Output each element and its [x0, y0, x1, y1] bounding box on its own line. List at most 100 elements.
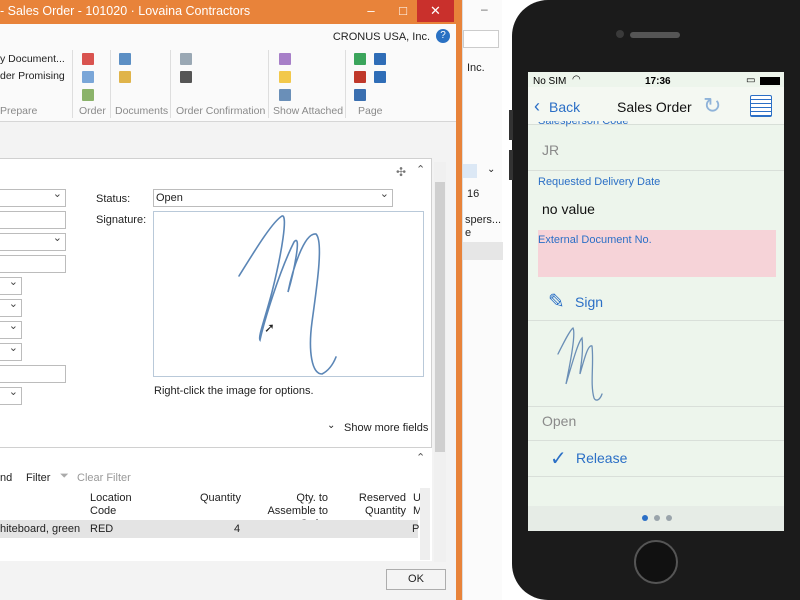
left-dropdown-1[interactable]	[0, 187, 66, 207]
back-button[interactable]: Back	[549, 99, 580, 115]
lines-scrollbar[interactable]	[420, 488, 430, 560]
find-button[interactable]: nd	[0, 472, 12, 484]
left-dropdown-8[interactable]	[0, 341, 22, 361]
next-arrow-icon[interactable]	[354, 89, 366, 101]
cell-description: hiteboard, green	[0, 523, 81, 535]
group-prepare: Prepare	[0, 105, 38, 117]
status-value: Open	[542, 413, 577, 429]
col-location-code[interactable]: Location Code	[90, 492, 150, 518]
copy-document-button[interactable]: y Document...	[0, 53, 65, 65]
help-icon[interactable]: ?	[436, 29, 450, 43]
status-select[interactable]: Open	[153, 187, 393, 207]
release-button[interactable]: Release	[576, 450, 627, 466]
company-name: CRONUS USA, Inc.	[332, 31, 430, 43]
back-chevron-icon[interactable]: ‹	[534, 96, 540, 117]
signature-drawing	[238, 215, 337, 375]
close-button[interactable]: ✕	[417, 0, 454, 22]
signature-hint: Right-click the image for options.	[154, 385, 314, 397]
page-dot-active[interactable]	[642, 515, 648, 521]
folder-icon[interactable]	[119, 71, 131, 83]
group-order-confirmation: Order Confirmation	[176, 105, 266, 117]
show-more-fields-link[interactable]: Show more fields	[344, 422, 428, 434]
speaker-grille	[630, 32, 680, 38]
refresh-icon[interactable]	[354, 53, 366, 65]
next-icon[interactable]	[374, 71, 386, 83]
background-window: – Inc. ⌄ 16 spers... e	[462, 0, 503, 600]
copy-document-icon	[82, 53, 94, 65]
page-indicator-bar	[528, 506, 784, 531]
bg-minimize-icon[interactable]: –	[481, 2, 488, 16]
collapse-icon[interactable]: ⌃	[416, 163, 425, 176]
scrollbar-thumb[interactable]	[435, 182, 445, 452]
camera-icon	[616, 30, 624, 38]
page-dot[interactable]	[654, 515, 660, 521]
signature-image[interactable]: ➚	[153, 211, 424, 377]
group-page: Page	[358, 105, 383, 117]
requested-delivery-label: Requested Delivery Date	[538, 176, 661, 188]
order-promising-button[interactable]: der Promising	[0, 70, 65, 82]
customize-icon[interactable]: ✣	[396, 165, 406, 179]
restore-button[interactable]: □	[388, 0, 418, 22]
bg-search-field[interactable]	[463, 30, 499, 48]
ok-button[interactable]: OK	[386, 569, 446, 590]
ribbon: CRONUS USA, Inc. ? y Document... der Pro…	[0, 24, 456, 122]
requested-delivery-value[interactable]: no value	[542, 201, 595, 217]
group-documents: Documents	[115, 105, 169, 117]
print-icon[interactable]	[180, 71, 192, 83]
left-dropdown-3[interactable]	[0, 231, 66, 251]
salesperson-value[interactable]: JR	[542, 142, 559, 158]
divider	[528, 320, 784, 321]
minimize-button[interactable]: –	[356, 0, 386, 22]
left-dropdown-5[interactable]	[0, 275, 22, 295]
chevron-down-icon[interactable]: ⌄	[327, 420, 335, 431]
volume-up-button	[509, 110, 513, 140]
cell-um: P	[412, 523, 420, 535]
bg-date-fragment: 16	[467, 188, 480, 200]
wifi-icon: ◠	[572, 74, 581, 85]
bg-nav-arrow-icon[interactable]	[463, 164, 477, 178]
title-bar: - Sales Order - 101020 · Lovaina Contrac…	[0, 0, 456, 24]
left-dropdown-10[interactable]	[0, 385, 22, 405]
col-quantity[interactable]: Quantity	[200, 492, 241, 504]
bg-chevron-icon[interactable]: ⌄	[487, 164, 495, 175]
phone-signature-image[interactable]	[552, 324, 612, 406]
lines-collapse-icon[interactable]: ⌃	[416, 451, 425, 464]
links-icon[interactable]	[279, 89, 291, 101]
bg-selected-row[interactable]	[463, 242, 503, 260]
clock: 17:36	[645, 76, 671, 87]
left-dropdown-7[interactable]	[0, 319, 22, 339]
report-icon[interactable]	[82, 89, 94, 101]
divider	[528, 170, 784, 171]
document-icon[interactable]	[119, 53, 131, 65]
divider	[528, 476, 784, 477]
page-dot[interactable]	[666, 515, 672, 521]
signature-label: Signature:	[96, 214, 147, 226]
attachment-icon[interactable]	[279, 53, 291, 65]
left-field-4[interactable]	[0, 255, 66, 273]
clear-filter-funnel-icon: ⏷	[60, 470, 69, 482]
page-scrollbar[interactable]	[434, 162, 446, 562]
filter-button[interactable]: Filter	[26, 472, 50, 484]
external-document-label: External Document No.	[538, 234, 652, 246]
refresh-icon[interactable]: ↻	[703, 93, 721, 119]
notes-icon[interactable]	[279, 71, 291, 83]
group-order: Order	[79, 105, 106, 117]
clear-filter-button[interactable]: Clear Filter	[77, 472, 131, 484]
email-icon[interactable]	[180, 53, 192, 65]
table-row[interactable]: hiteboard, green RED 4 P	[0, 520, 420, 538]
menu-icon[interactable]	[750, 95, 772, 117]
left-field-9[interactable]	[0, 365, 66, 383]
external-document-field[interactable]: External Document No.	[538, 230, 776, 277]
checkmark-icon[interactable]: ✓	[550, 446, 567, 471]
left-field-2[interactable]	[0, 211, 66, 229]
pencil-icon[interactable]: ✎	[548, 289, 565, 314]
home-button[interactable]	[634, 540, 678, 584]
previous-icon[interactable]	[374, 53, 386, 65]
group-show-attached: Show Attached	[273, 105, 344, 117]
clear-filter-icon[interactable]	[354, 71, 366, 83]
divider	[528, 440, 784, 441]
col-reserved-quantity[interactable]: Reserved Quantity	[358, 492, 406, 518]
bg-company-fragment: Inc.	[467, 62, 485, 74]
left-dropdown-6[interactable]	[0, 297, 22, 317]
sign-button[interactable]: Sign	[575, 294, 603, 310]
